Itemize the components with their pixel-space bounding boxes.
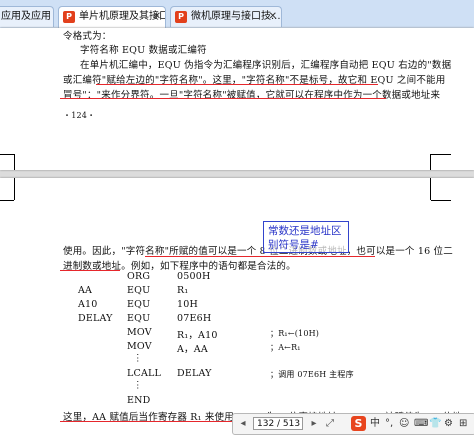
code-operand: DELAY <box>177 368 212 379</box>
code-operand: 10H <box>177 299 198 310</box>
code-ellipsis: ⋮ <box>133 380 143 391</box>
close-tab-icon[interactable]: ✕ <box>269 7 277 27</box>
code-op: EQU <box>127 285 151 296</box>
ime-emoji-icon[interactable]: ☺ <box>399 417 409 431</box>
text-line: 字符名称 EQU 数据或汇编符 <box>80 45 207 56</box>
ime-toolbox-icon[interactable]: ⊞ <box>459 417 467 431</box>
text-line: 使用。因此，"字符名称"所赋的值可以是一个 8 位二进制数或地址，也可以是一个 … <box>63 246 453 257</box>
text-line: 在单片机汇编中，EQU 伪指令为汇编程序识别后，汇编程序自动把 EQU 右边的"… <box>80 60 452 71</box>
page-number-input[interactable]: 132 / 513 <box>253 417 303 430</box>
fit-page-icon[interactable]: ⤢ <box>323 417 337 431</box>
crop-mark <box>14 154 15 170</box>
ime-keyboard-icon[interactable]: ⌨ <box>414 417 428 431</box>
page-number: ・124・ <box>63 111 96 120</box>
code-operand: 07E6H <box>177 313 212 324</box>
text-line: 令格式为： <box>63 31 112 42</box>
tab-bar: 应用及应用 21... P 单片机原理及其接口... ✕ P 微机原理与接口技.… <box>0 0 474 29</box>
code-label: AA <box>78 285 93 296</box>
crop-mark <box>431 154 451 155</box>
annotation-note[interactable]: 常数还是地址区 别符号是# <box>263 221 349 253</box>
pdf-file-icon: P <box>63 11 75 23</box>
code-label: DELAY <box>78 313 113 324</box>
code-op: MOV <box>127 341 152 352</box>
code-op: MOV <box>127 327 152 338</box>
tab-label: 微机原理与接口技... <box>191 11 281 22</box>
crop-mark <box>0 200 14 201</box>
pdf-file-icon: P <box>175 11 187 23</box>
code-operand: 0500H <box>177 271 211 282</box>
annotation-underline <box>145 256 375 257</box>
code-op: EQU <box>127 313 151 324</box>
code-comment: ；调用 07E6H 主程序 <box>270 370 354 379</box>
tab-label: 应用及应用 21... <box>1 11 53 22</box>
code-operand: R₁，A10 <box>177 330 218 341</box>
annotation-underline <box>96 84 378 85</box>
code-operand: R₁ <box>177 285 189 296</box>
crop-mark <box>430 178 431 200</box>
code-op: EQU <box>127 299 151 310</box>
code-label: A10 <box>78 299 98 310</box>
ime-skin-icon[interactable]: 👕 <box>429 417 441 431</box>
code-op: LCALL <box>127 368 162 379</box>
pdf-page-current: 使用。因此，"字符名称"所赋的值可以是一个 8 位二进制数或地址，也可以是一个 … <box>0 178 474 435</box>
tab-document-3[interactable]: P 微机原理与接口技... ✕ <box>170 6 282 27</box>
ime-punctuation-icon[interactable]: °, <box>385 417 393 431</box>
code-op: END <box>127 395 151 406</box>
tab-document-1[interactable]: 应用及应用 21... <box>0 6 54 27</box>
page-navigation-toolbar: ◂ 132 / 513 ▸ ⤢ S 中 °, ☺ ⌨ 👕 ⚙ ⊞ <box>232 413 474 435</box>
annotation-text: 别符号是# <box>268 239 319 251</box>
code-comment: ；R₁←(10H) <box>270 329 320 338</box>
close-tab-icon[interactable]: ✕ <box>153 7 161 27</box>
ime-chinese-mode-icon[interactable]: 中 <box>370 417 380 431</box>
ime-settings-icon[interactable]: ⚙ <box>444 417 453 431</box>
crop-mark <box>431 200 451 201</box>
previous-page-icon[interactable]: ◂ <box>236 417 250 431</box>
tab-document-2[interactable]: P 单片机原理及其接口... ✕ <box>58 6 166 28</box>
annotation-underline <box>60 98 386 99</box>
sogou-ime-icon[interactable]: S <box>351 416 366 431</box>
code-comment: ；A←R₁ <box>270 343 301 352</box>
next-page-icon[interactable]: ▸ <box>307 417 321 431</box>
crop-mark <box>430 154 431 170</box>
code-operand: A，AA <box>177 344 208 355</box>
code-op: ORG <box>127 271 151 282</box>
annotation-underline <box>60 270 120 271</box>
annotation-text: 常数还是地址区 <box>268 225 342 237</box>
code-ellipsis: ⋮ <box>133 353 143 364</box>
crop-mark <box>0 154 14 155</box>
pdf-page-previous: 令格式为： 字符名称 EQU 数据或汇编符 在单片机汇编中，EQU 伪指令为汇编… <box>0 28 474 170</box>
crop-mark <box>14 178 15 200</box>
